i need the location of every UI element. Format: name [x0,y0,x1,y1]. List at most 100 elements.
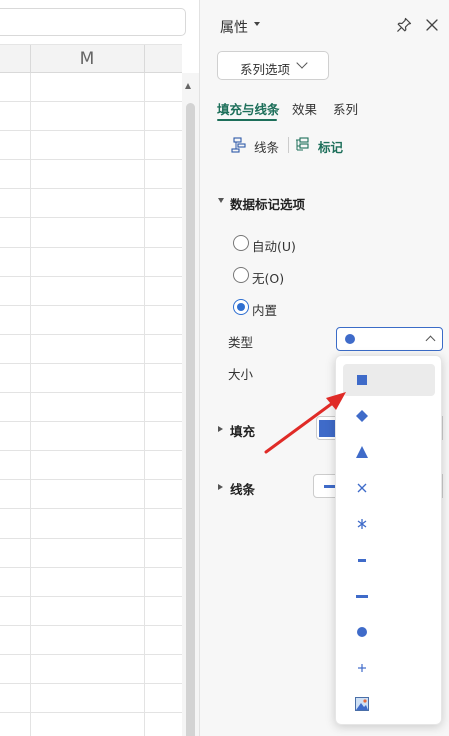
short-dash-marker-icon [358,559,366,562]
sheet-row[interactable] [0,393,182,423]
cell-grid[interactable] [0,73,182,736]
sheet-row[interactable] [0,567,182,597]
cell-divider [30,189,31,218]
cell-divider [30,305,31,334]
cell-divider [30,102,31,131]
tab-series[interactable]: 系列 [333,99,358,118]
sheet-row[interactable] [0,305,182,335]
cell-divider [30,73,31,102]
sheet-row[interactable] [0,334,182,364]
cell-divider [144,334,145,363]
sheet-row[interactable] [0,422,182,452]
sheet-row[interactable] [0,276,182,306]
sheet-row[interactable] [0,713,182,736]
sheet-row[interactable] [0,73,182,103]
radio-built-in-label[interactable]: 内置 [252,300,277,319]
radio-built-in[interactable] [233,299,249,315]
section-title: 数据标记选项 [230,197,306,212]
cell-divider [144,102,145,131]
cell-divider [30,683,31,713]
plus-marker-icon [358,664,366,672]
red-arrow-annotation [264,392,346,454]
radio-none-label[interactable]: 无(O) [252,268,284,287]
picture-marker-icon [355,697,369,711]
series-options-dropdown[interactable]: 系列选项 [217,51,329,80]
type-label: 类型 [228,335,254,350]
marker-option-x[interactable] [343,472,435,504]
cell-divider [144,538,145,567]
active-tab-indicator [217,119,277,121]
sheet-row[interactable] [0,102,182,132]
sheet-row[interactable] [0,509,182,539]
cell-divider [144,480,145,509]
long-dash-marker-icon [356,595,368,598]
spreadsheet-area: M [0,0,199,736]
sheet-row[interactable] [0,218,182,248]
cell-divider [30,422,31,451]
close-icon[interactable] [424,17,440,33]
sheet-row[interactable] [0,451,182,481]
sheet-row[interactable] [0,363,182,394]
column-header-m[interactable]: M [30,45,144,74]
cell-divider [144,567,145,596]
size-label: 大小 [228,367,254,382]
cell-divider [30,480,31,509]
cell-divider [30,247,31,276]
cell-divider [144,247,145,276]
cell-divider [30,625,31,654]
cell-divider [144,509,145,538]
marker-option-picture[interactable] [343,688,435,720]
radio-none[interactable] [233,267,249,283]
marker-option-star[interactable] [343,508,435,540]
marker-option-long-dash[interactable] [343,580,435,612]
marker-option-circle[interactable] [343,616,435,648]
circle-marker-icon [345,334,355,344]
chevron-down-icon[interactable] [254,22,260,26]
scroll-up-icon[interactable] [185,83,191,89]
series-options-label: 系列选项 [240,62,291,77]
cell-divider [144,305,145,334]
sheet-row[interactable] [0,625,182,655]
tab-fill-and-line[interactable]: 填充与线条 [217,99,280,118]
sheet-row[interactable] [0,247,182,277]
radio-auto[interactable] [233,235,249,251]
cell-divider [30,451,31,480]
sheet-row[interactable] [0,596,182,626]
marker-option-plus[interactable] [343,652,435,684]
cell-divider [30,509,31,538]
scrollbar-thumb[interactable] [186,103,195,736]
cell-divider [30,654,31,683]
star-marker-icon [357,519,367,529]
cell-divider [30,538,31,567]
sheet-row[interactable] [0,189,182,219]
marker-type-select[interactable] [336,327,443,351]
subtab-line-label: 线条 [254,140,280,155]
tab-effect[interactable]: 效果 [292,99,317,118]
line-style-icon [231,137,246,153]
cell-divider [144,363,145,393]
pin-icon[interactable] [396,17,412,33]
sheet-row[interactable] [0,683,182,714]
cell-divider [30,713,31,736]
cell-divider [30,218,31,247]
cell-divider [30,334,31,363]
section-title: 填充 [230,424,256,439]
subtab-divider [288,137,289,153]
cell-divider [144,422,145,451]
line-preview [324,485,335,488]
sheet-row[interactable] [0,160,182,190]
cell-divider [30,393,31,422]
vertical-scrollbar[interactable] [182,73,199,736]
cell-divider [144,276,145,305]
marker-option-short-dash[interactable] [343,544,435,576]
column-divider [144,45,145,72]
cell-divider [30,160,31,189]
sheet-row[interactable] [0,538,182,568]
pane-title[interactable]: 属性 [220,17,248,37]
circle-marker-icon [357,627,367,637]
radio-auto-label[interactable]: 自动(U) [252,236,296,255]
sheet-row[interactable] [0,654,182,684]
formula-input[interactable] [0,8,186,36]
sheet-row[interactable] [0,480,182,510]
sheet-row[interactable] [0,131,182,161]
